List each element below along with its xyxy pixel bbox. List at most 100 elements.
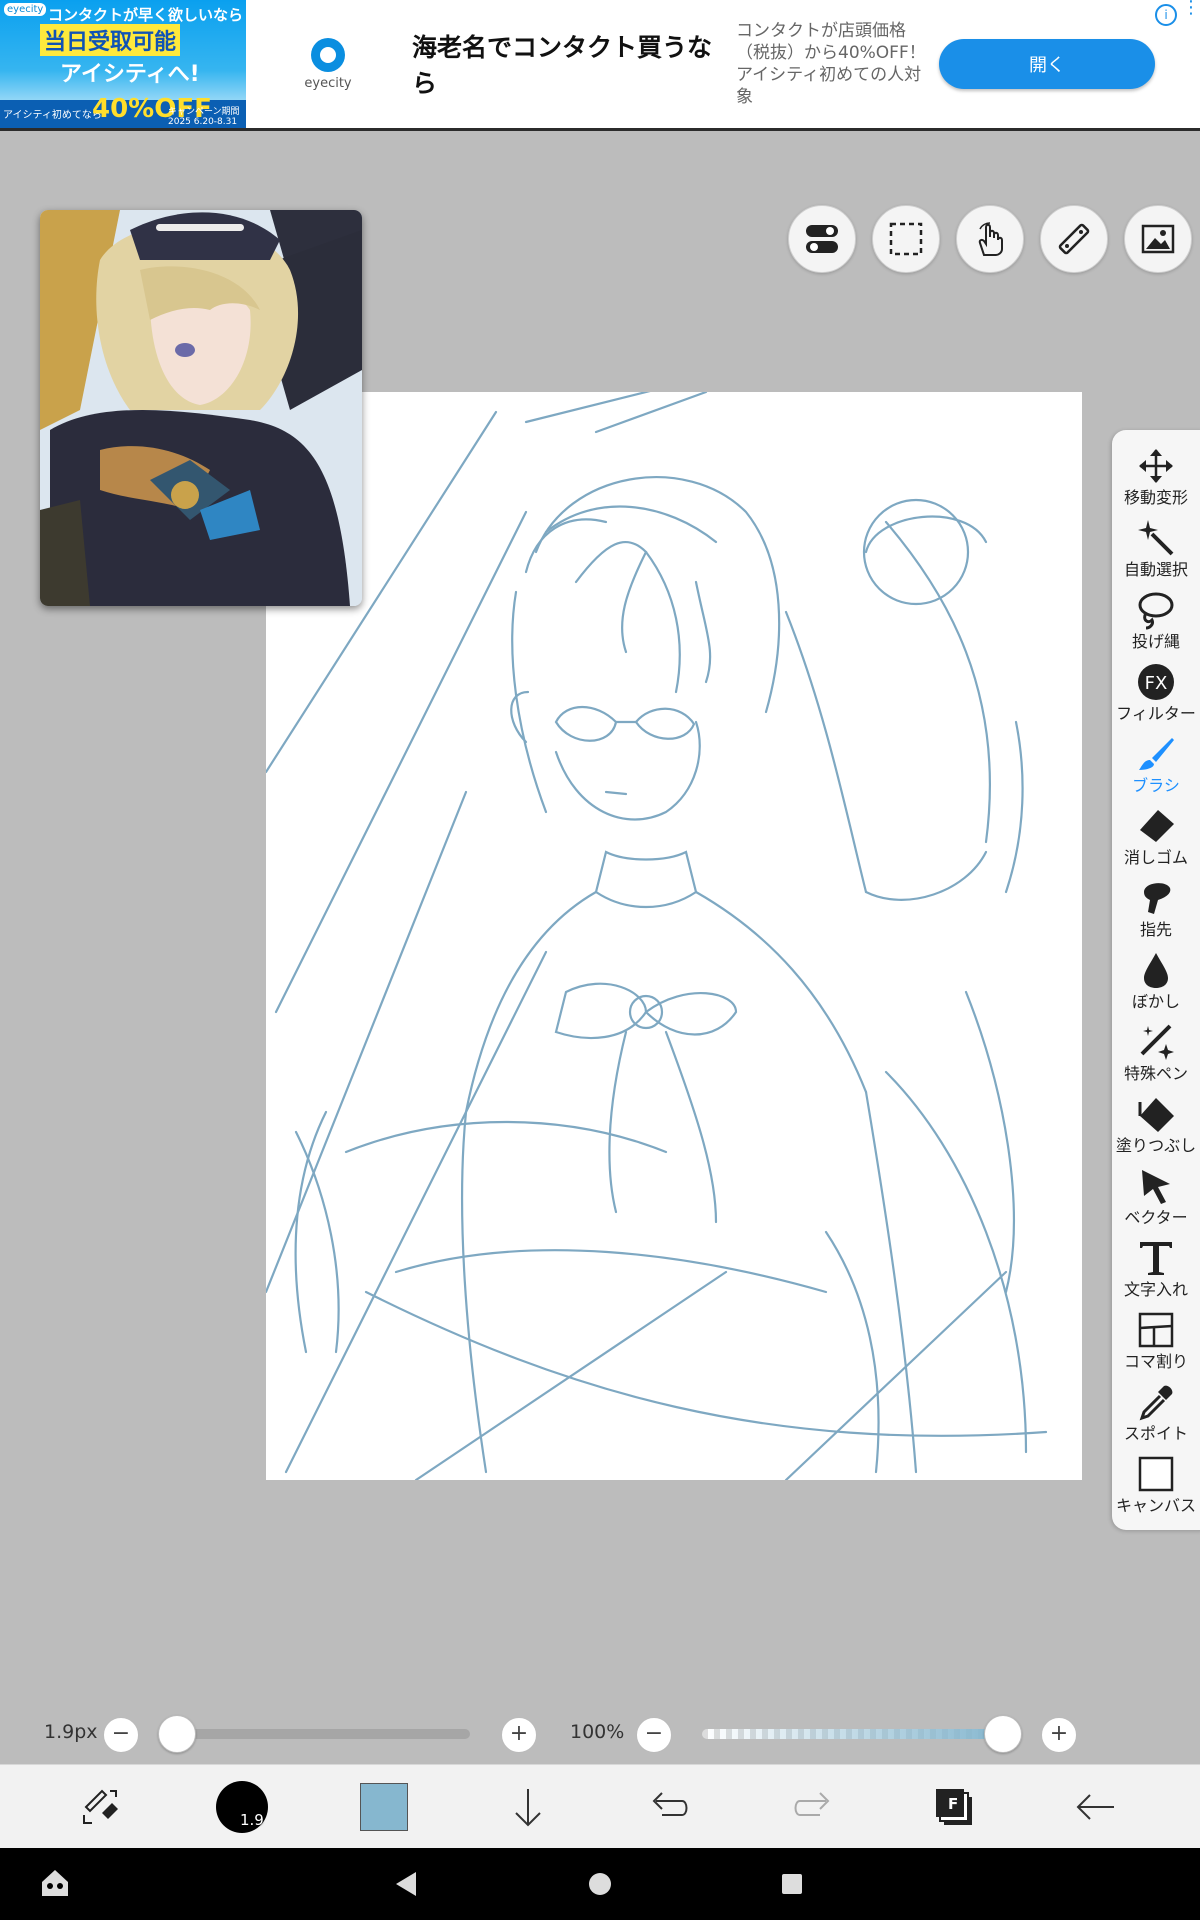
frame-icon	[1138, 1312, 1174, 1348]
reference-image	[40, 210, 362, 606]
tool-lasso[interactable]: 投げ縄	[1112, 588, 1200, 660]
arrow-down-icon	[515, 1789, 541, 1827]
tool-auto-select[interactable]: 自動選択	[1112, 516, 1200, 588]
selection-button[interactable]	[872, 205, 940, 273]
tool-blur-label: ぼかし	[1131, 992, 1180, 1011]
toggle-icon	[806, 225, 838, 253]
tool-brush-label: ブラシ	[1132, 776, 1180, 795]
system-nav-bar	[0, 1848, 1200, 1920]
pen-eraser-swap-icon	[83, 1789, 118, 1824]
ad-promo-left: アイシティ初めてなら	[3, 110, 102, 121]
tool-eraser-label: 消しゴム	[1123, 848, 1188, 867]
reference-drag-handle[interactable]	[156, 224, 244, 231]
eyecity-logo-icon	[311, 38, 345, 72]
brush-size-increase-button[interactable]: +	[501, 1717, 537, 1753]
brush-dot-icon	[216, 1781, 268, 1833]
layers-button[interactable]: F	[918, 1775, 990, 1839]
bottom-toolbar: 1.9 F	[0, 1764, 1200, 1849]
ad-logo-text: eyecity	[304, 76, 352, 91]
text-icon	[1140, 1242, 1172, 1275]
canvas-icon	[1138, 1456, 1174, 1492]
brush-size-decrease-button[interactable]: −	[103, 1717, 139, 1753]
undo-button[interactable]	[634, 1775, 706, 1839]
home-app-icon[interactable]	[38, 1866, 72, 1900]
undo-icon	[652, 1792, 688, 1816]
tool-vector-label: ベクター	[1124, 1208, 1188, 1227]
tool-filter[interactable]: FX フィルター	[1112, 660, 1200, 732]
reference-image-window[interactable]	[40, 210, 362, 606]
eraser-icon	[1140, 810, 1174, 842]
swap-pen-eraser-button[interactable]	[64, 1775, 136, 1839]
bucket-icon	[1138, 1098, 1174, 1132]
drawing-canvas[interactable]	[264, 380, 1082, 1482]
tool-eyedropper-label: スポイト	[1123, 1424, 1188, 1443]
tool-fill-label: 塗りつぶし	[1115, 1136, 1197, 1155]
fx-icon: FX	[1138, 664, 1174, 700]
tool-canvas[interactable]: キャンバス	[1112, 1452, 1200, 1524]
tool-move-label: 移動変形	[1123, 488, 1188, 507]
move-icon	[1139, 449, 1173, 483]
brush-size-value: 1.9px	[44, 1721, 98, 1743]
dashed-rect-icon	[889, 222, 923, 256]
magic-wand-icon	[1138, 520, 1174, 556]
color-picker-button[interactable]	[348, 1775, 420, 1839]
tool-finger-label: 指先	[1139, 920, 1172, 939]
tool-frame[interactable]: コマ割り	[1112, 1308, 1200, 1380]
ad-promo-right: キャンペーン期間 2025 6.20-8.31	[168, 107, 240, 127]
brush-opacity-decrease-button[interactable]: −	[636, 1717, 672, 1753]
tool-special-pen[interactable]: 特殊ペン	[1112, 1020, 1200, 1092]
tool-blur[interactable]: ぼかし	[1112, 948, 1200, 1020]
tool-brush[interactable]: ブラシ	[1112, 732, 1200, 804]
ad-image-line3: アイシティへ!	[60, 62, 200, 87]
tool-filter-label: フィルター	[1116, 704, 1196, 723]
brush-size-slider-knob[interactable]	[158, 1715, 196, 1753]
brush-size-slider[interactable]	[170, 1729, 470, 1739]
nav-home-icon[interactable]	[586, 1870, 614, 1898]
ad-more-icon[interactable]: ⋮	[1182, 0, 1200, 17]
tool-canvas-label: キャンバス	[1115, 1496, 1196, 1515]
tool-text[interactable]: 文字入れ	[1112, 1236, 1200, 1308]
ad-image[interactable]: eyecity コンタクトが早く欲しいなら 当日受取可能 アイシティへ! アイシ…	[0, 0, 246, 128]
tool-vector[interactable]: ベクター	[1112, 1164, 1200, 1236]
back-button[interactable]	[1060, 1775, 1132, 1839]
drop-icon	[1144, 953, 1168, 988]
image-material-button[interactable]	[1124, 205, 1192, 273]
redo-button[interactable]	[776, 1775, 848, 1839]
ad-open-button[interactable]: 開く	[939, 39, 1155, 89]
brush-opacity-slider-knob[interactable]	[984, 1715, 1022, 1753]
tool-auto-select-label: 自動選択	[1123, 560, 1188, 579]
image-icon	[1141, 224, 1175, 254]
brush-size-badge: 1.9	[240, 1811, 264, 1829]
ad-image-brand: eyecity	[4, 3, 47, 16]
tool-special-pen-label: 特殊ペン	[1123, 1064, 1188, 1083]
redo-icon	[794, 1792, 830, 1816]
sparkle-pen-icon	[1140, 1024, 1174, 1060]
download-button[interactable]	[492, 1775, 564, 1839]
brush-size-preview-button[interactable]: 1.9	[206, 1775, 278, 1839]
svg-text:FX: FX	[1145, 673, 1168, 694]
ad-description: コンタクトが店頭価格（税抜）から40%OFF！アイシティ初めての人対象	[736, 21, 926, 107]
brush-opacity-increase-button[interactable]: +	[1041, 1717, 1077, 1753]
tool-move[interactable]: 移動変形	[1112, 444, 1200, 516]
nav-back-icon[interactable]	[392, 1868, 422, 1900]
arrow-left-icon	[1076, 1794, 1114, 1820]
ad-info-icon[interactable]: i	[1155, 4, 1177, 26]
ad-banner[interactable]: eyecity コンタクトが早く欲しいなら 当日受取可能 アイシティへ! アイシ…	[0, 0, 1200, 131]
ruler-icon	[1058, 223, 1090, 255]
tool-eyedropper[interactable]: スポイト	[1112, 1380, 1200, 1452]
cursor-icon	[1142, 1170, 1170, 1204]
current-color-swatch	[360, 1783, 408, 1831]
hand-pointer-icon	[978, 222, 1003, 256]
finger-icon	[1144, 883, 1171, 914]
ruler-button[interactable]	[1040, 205, 1108, 273]
toggle-settings-button[interactable]	[788, 205, 856, 273]
tool-eraser[interactable]: 消しゴム	[1112, 804, 1200, 876]
tool-panel: 移動変形 自動選択 投げ縄 FX フィルター ブラシ 消しゴム 指先 ぼかし 特…	[1112, 430, 1200, 1530]
hand-tool-button[interactable]	[956, 205, 1024, 273]
tool-finger[interactable]: 指先	[1112, 876, 1200, 948]
ad-image-line2: 当日受取可能	[40, 24, 181, 56]
brush-opacity-slider[interactable]	[702, 1729, 1002, 1739]
tool-fill[interactable]: 塗りつぶし	[1112, 1092, 1200, 1164]
nav-recents-icon[interactable]	[778, 1870, 806, 1898]
tool-lasso-label: 投げ縄	[1131, 632, 1180, 651]
